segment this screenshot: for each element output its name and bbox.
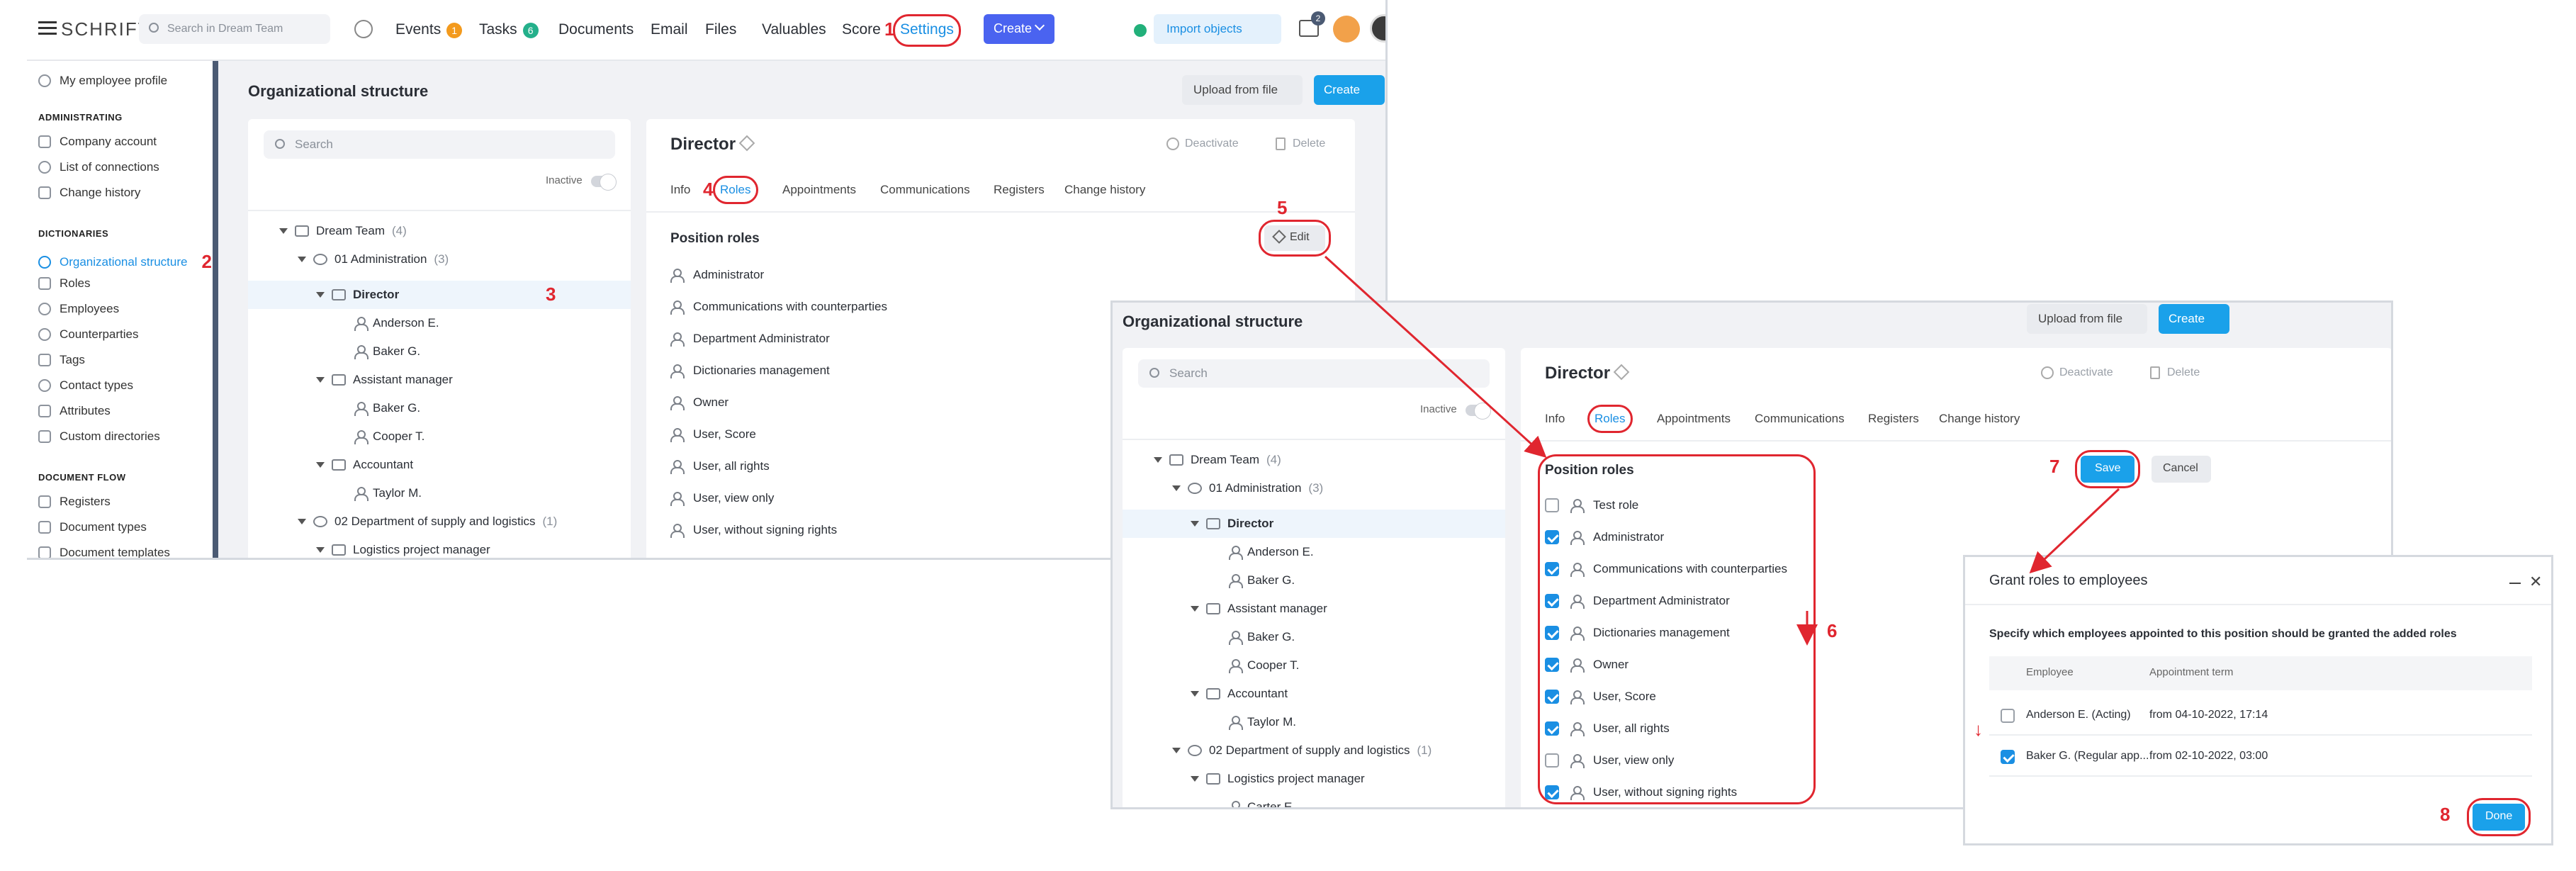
annotation-arrows [1324,255,2120,646]
arrow-save-to-dialog [2029,488,2120,574]
arrow-edit-to-roles [1324,255,1547,459]
